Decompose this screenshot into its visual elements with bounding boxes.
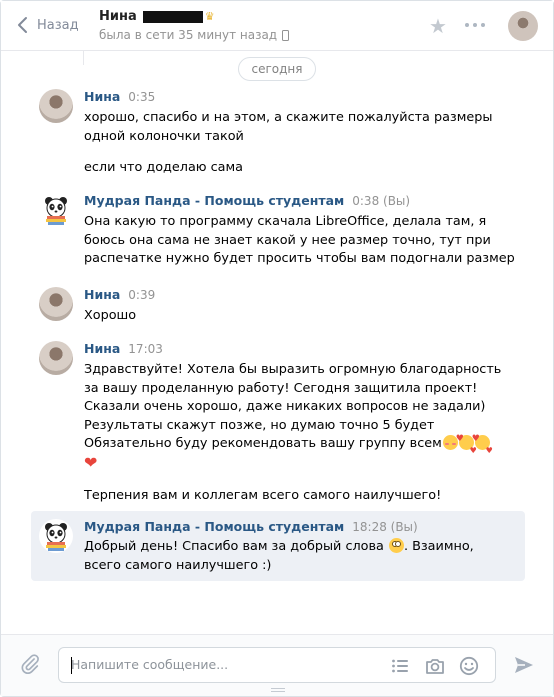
message-text: Здравствуйте! Хотела бы выразить огромну… bbox=[84, 361, 514, 505]
template-list-icon[interactable] bbox=[391, 657, 409, 675]
peer-info[interactable]: Нина ♛ была в сети 35 минут назад bbox=[99, 9, 290, 42]
message-time[interactable]: 0:38 (Вы) bbox=[352, 194, 410, 208]
message-text: Добрый день! Спасибо вам за добрый слова… bbox=[84, 538, 514, 575]
text-line: распечатке нужно будет просить чтобы вам… bbox=[84, 251, 515, 266]
avatar[interactable] bbox=[39, 287, 73, 321]
camera-icon[interactable] bbox=[425, 656, 445, 676]
message-text: хорошо, спасибо и на этом, а скажите пож… bbox=[84, 109, 514, 177]
text-line: одной колоночки такой bbox=[84, 128, 244, 144]
text-line: Результаты скажут позже, но думаю точно … bbox=[84, 417, 435, 433]
back-label: Назад bbox=[37, 17, 79, 33]
message: Мудрая Панда - Помощь студентам 0:38 (Вы… bbox=[31, 193, 525, 273]
message-input-box[interactable] bbox=[58, 647, 496, 683]
text-line: если что доделаю сама bbox=[84, 159, 244, 175]
message-author[interactable]: Нина bbox=[84, 89, 120, 104]
text-line-suffix: . Взаимно, bbox=[403, 539, 474, 554]
back-button[interactable]: Назад bbox=[15, 15, 79, 35]
chat-header: Назад Нина ♛ была в сети 35 минут назад … bbox=[1, 1, 553, 51]
message-author[interactable]: Мудрая Панда - Помощь студентам bbox=[84, 193, 344, 208]
send-icon[interactable] bbox=[513, 654, 535, 676]
avatar[interactable] bbox=[39, 341, 73, 375]
text-line: хорошо, спасибо и на этом, а скажите пож… bbox=[84, 110, 493, 125]
text-line: Здравствуйте! Хотела бы выразить огромну… bbox=[84, 362, 502, 377]
message-text: Хорошо bbox=[84, 307, 514, 326]
text-line-with-emoji: Добрый день! Спасибо вам за добрый слова… bbox=[84, 538, 514, 557]
resize-handle[interactable] bbox=[271, 688, 285, 692]
more-options-icon[interactable] bbox=[465, 23, 485, 27]
text-line-with-emoji: Обязательно буду рекомендовать вашу груп… bbox=[84, 430, 514, 461]
crown-icon: ♛ bbox=[204, 10, 215, 23]
message: Нина 17:03 Здравствуйте! Хотела бы выраз… bbox=[31, 341, 525, 503]
message: Нина 0:39 Хорошо bbox=[31, 287, 525, 327]
smiling-face-with-hearts-icon bbox=[472, 430, 493, 461]
message-author[interactable]: Нина bbox=[84, 341, 120, 356]
message-time[interactable]: 18:28 (Вы) bbox=[352, 520, 417, 534]
text-line: Терпения вам и коллегам всего самого наи… bbox=[84, 487, 442, 503]
avatar[interactable] bbox=[39, 193, 73, 227]
mobile-icon bbox=[282, 29, 290, 41]
text-line: Хорошо bbox=[84, 308, 137, 323]
message-highlighted: Мудрая Панда - Помощь студентам 18:28 (В… bbox=[31, 511, 525, 581]
panda-icon bbox=[45, 523, 67, 551]
message-time[interactable]: 17:03 bbox=[128, 342, 163, 356]
message-composer bbox=[1, 634, 553, 696]
text-line: Добрый день! Спасибо вам за добрый слова bbox=[84, 539, 384, 554]
message-author[interactable]: Нина bbox=[84, 287, 120, 302]
text-line: всего самого наилучшего :) bbox=[84, 557, 272, 573]
message-time[interactable]: 0:35 bbox=[128, 90, 155, 104]
text-line-with-emoji: ❤ bbox=[84, 452, 514, 475]
text-line: за вашу проделанную работу! Сегодня защи… bbox=[84, 380, 478, 396]
emoji-smile-icon[interactable] bbox=[459, 656, 479, 676]
message-input[interactable] bbox=[71, 657, 371, 672]
message-time[interactable]: 0:39 bbox=[128, 288, 155, 302]
paperclip-icon[interactable] bbox=[19, 653, 41, 675]
redacted-surname bbox=[142, 10, 203, 23]
peer-status: была в сети 35 минут назад bbox=[99, 28, 290, 42]
message-author[interactable]: Мудрая Панда - Помощь студентам bbox=[84, 519, 344, 534]
text-line: боюсь она сама не знает какой у нее разм… bbox=[84, 232, 491, 248]
divider bbox=[83, 51, 84, 65]
text-caret bbox=[71, 657, 72, 674]
text-line: Она какую то программу скачала LibreOffi… bbox=[84, 214, 487, 229]
peer-name: Нина bbox=[99, 9, 137, 24]
peer-avatar[interactable] bbox=[508, 11, 538, 41]
peer-status-text: была в сети 35 минут назад bbox=[99, 28, 278, 42]
chevron-left-icon bbox=[18, 17, 27, 33]
panda-icon bbox=[45, 197, 67, 225]
text-line: Обязательно буду рекомендовать вашу груп… bbox=[84, 436, 442, 451]
star-icon[interactable]: ★ bbox=[429, 14, 447, 38]
rolling-eyes-face-icon bbox=[388, 538, 404, 553]
message: Нина 0:35 хорошо, спасибо и на этом, а с… bbox=[31, 89, 525, 179]
orange-heart-icon: ❤ bbox=[84, 452, 98, 472]
day-separator: сегодня bbox=[238, 57, 316, 81]
avatar[interactable] bbox=[39, 519, 73, 553]
avatar[interactable] bbox=[39, 89, 73, 123]
message-text: Она какую то программу скачала LibreOffi… bbox=[84, 213, 515, 269]
chat-window: Назад Нина ♛ была в сети 35 минут назад … bbox=[0, 0, 554, 697]
text-line: Сказали очень хорошо, даже никаких вопро… bbox=[84, 399, 486, 414]
